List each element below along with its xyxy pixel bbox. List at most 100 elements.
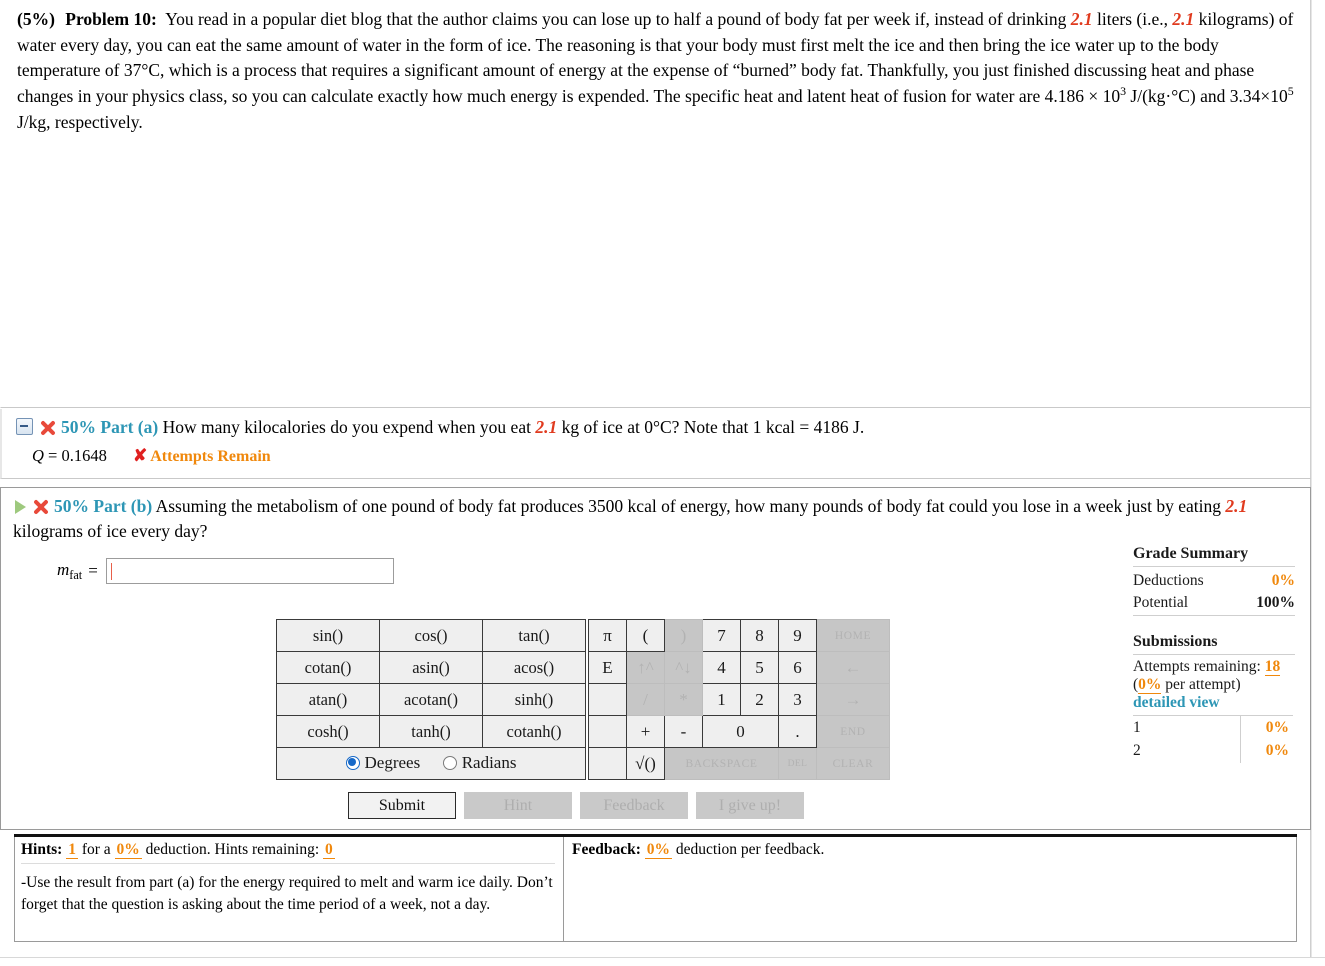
calc-key-1[interactable]: 1	[702, 683, 741, 716]
calc-key-cosh[interactable]: cosh()	[276, 715, 380, 748]
calc-key-multiply[interactable]: *	[664, 683, 703, 716]
calc-key-tan[interactable]: tan()	[482, 619, 586, 652]
part-b-header: 50% Part (b) Assuming the metabolism of …	[13, 494, 1300, 545]
divider	[21, 863, 555, 864]
calc-key-acotan[interactable]: acotan()	[379, 683, 483, 716]
calc-key-8[interactable]: 8	[740, 619, 779, 652]
part-a-text-post: kg of ice at 0°C? Note that 1 kcal = 418…	[557, 417, 865, 437]
calc-func-row: sin() cos() tan()	[276, 619, 586, 652]
deductions-value: 0%	[1271, 572, 1295, 589]
calc-key-blank[interactable]	[588, 683, 627, 716]
calc-key-9[interactable]: 9	[778, 619, 817, 652]
hints-title: Hints:	[21, 841, 63, 858]
hint-button[interactable]: Hint	[464, 792, 572, 819]
calc-key-2[interactable]: 2	[740, 683, 779, 716]
submission-number: 2	[1133, 739, 1241, 763]
calc-key-cotan[interactable]: cotan()	[276, 651, 380, 684]
calc-key-decimal[interactable]: .	[778, 715, 817, 748]
divider	[1133, 566, 1295, 567]
hints-deduction-pct: 0%	[114, 841, 142, 859]
divider	[1133, 654, 1295, 655]
calc-func-row: cotan() asin() acos()	[276, 651, 586, 684]
calc-key-end[interactable]: END	[816, 715, 890, 748]
hints-for-a: for a	[81, 841, 111, 858]
calc-key-6[interactable]: 6	[778, 651, 817, 684]
feedback-panel: Feedback: 0% deduction per feedback.	[564, 837, 1297, 942]
calc-key-sinh[interactable]: sinh()	[482, 683, 586, 716]
radio-radians-dot-icon	[442, 755, 457, 770]
calc-key-del[interactable]: DEL	[778, 747, 817, 780]
part-b-text-pre: Assuming the metabolism of one pound of …	[155, 496, 1226, 516]
deductions-label: Deductions	[1133, 572, 1204, 589]
calc-key-open-paren[interactable]: (	[626, 619, 665, 652]
answer-input[interactable]	[105, 558, 394, 584]
grade-row-potential: Potential 100%	[1133, 592, 1295, 614]
calc-key-cotanh[interactable]: cotanh()	[482, 715, 586, 748]
calc-keypad-row: + - 0 . END	[588, 715, 890, 748]
hints-header: Hints: 1 for a 0% deduction. Hints remai…	[21, 841, 555, 859]
calc-key-clear[interactable]: CLEAR	[816, 747, 890, 780]
part-a-answer-line: Q = 0.1648 ✘ Attempts Remain	[32, 446, 1301, 466]
calc-key-blank[interactable]	[588, 715, 627, 748]
calc-key-5[interactable]: 5	[740, 651, 779, 684]
calc-key-sin[interactable]: sin()	[276, 619, 380, 652]
give-up-button[interactable]: I give up!	[696, 792, 804, 819]
radio-degrees-dot-icon	[345, 755, 360, 770]
calc-key-sqrt[interactable]: √()	[626, 747, 665, 780]
calculator-numeric-pad: π ( ) 7 8 9 HOME E ↑^ ^↓ 4 5 6 ← / * 1 2…	[588, 619, 890, 780]
part-a-header: 50% Part (a) How many kilocalories do yo…	[16, 415, 1301, 440]
calc-key-minus[interactable]: -	[664, 715, 703, 748]
expand-play-icon[interactable]	[15, 500, 26, 514]
divider	[1133, 615, 1295, 616]
calc-key-tanh[interactable]: tanh()	[379, 715, 483, 748]
calc-key-plus[interactable]: +	[626, 715, 665, 748]
submit-button[interactable]: Submit	[348, 792, 456, 819]
calc-key-blank[interactable]	[588, 747, 627, 780]
calc-keypad-row: / * 1 2 3 →	[588, 683, 890, 716]
calc-key-7[interactable]: 7	[702, 619, 741, 652]
part-b-section: 50% Part (b) Assuming the metabolism of …	[0, 487, 1311, 830]
calc-key-close-paren[interactable]: )	[664, 619, 703, 652]
calc-key-4[interactable]: 4	[702, 651, 741, 684]
part-a-section: 50% Part (a) How many kilocalories do yo…	[0, 409, 1311, 479]
collapse-icon[interactable]	[16, 418, 33, 435]
answer-row: mfat =	[57, 558, 394, 584]
feedback-button[interactable]: Feedback	[580, 792, 688, 819]
calc-key-atan[interactable]: atan()	[276, 683, 380, 716]
detailed-view-link[interactable]: detailed view	[1133, 694, 1295, 712]
problem-weight: (5%)	[17, 9, 55, 29]
calc-key-3[interactable]: 3	[778, 683, 817, 716]
calc-func-row: atan() acotan() sinh()	[276, 683, 586, 716]
calc-key-arrow-right[interactable]: →	[816, 683, 890, 716]
statement-var-2: 2.1	[1172, 9, 1195, 29]
radio-degrees[interactable]: Degrees	[345, 753, 420, 773]
hint-body-text: -Use the result from part (a) for the en…	[21, 874, 553, 913]
hints-count: 1	[66, 841, 78, 859]
submission-number: 1	[1133, 716, 1241, 740]
calc-key-home[interactable]: HOME	[816, 619, 890, 652]
calculator: sin() cos() tan() cotan() asin() acos() …	[276, 619, 890, 780]
calc-keypad-row: √() BACKSPACE DEL CLEAR	[588, 747, 890, 780]
calc-key-backspace[interactable]: BACKSPACE	[664, 747, 779, 780]
calc-key-power-down[interactable]: ^↓	[664, 651, 703, 684]
calc-key-acos[interactable]: acos()	[482, 651, 586, 684]
calc-key-pi[interactable]: π	[588, 619, 627, 652]
calc-key-arrow-left[interactable]: ←	[816, 651, 890, 684]
calc-key-0[interactable]: 0	[702, 715, 779, 748]
calc-key-divide[interactable]: /	[626, 683, 665, 716]
grade-summary-title: Grade Summary	[1133, 545, 1249, 562]
calc-key-power-up[interactable]: ↑^	[626, 651, 665, 684]
attempts-x-icon: ✘	[132, 446, 148, 466]
calc-key-asin[interactable]: asin()	[379, 651, 483, 684]
calc-key-e[interactable]: E	[588, 651, 627, 684]
attempts-remaining-row: Attempts remaining: 18	[1133, 658, 1295, 676]
answer-variable-label: mfat	[57, 560, 82, 583]
text-caret	[110, 563, 112, 580]
calc-key-cos[interactable]: cos()	[379, 619, 483, 652]
part-b-value: 2.1	[1225, 496, 1248, 516]
radio-radians[interactable]: Radians	[442, 753, 516, 773]
hints-feedback-area: Hints: 1 for a 0% deduction. Hints remai…	[14, 834, 1297, 942]
calc-func-row: cosh() tanh() cotanh()	[276, 715, 586, 748]
grade-row-deductions: Deductions 0%	[1133, 570, 1295, 592]
